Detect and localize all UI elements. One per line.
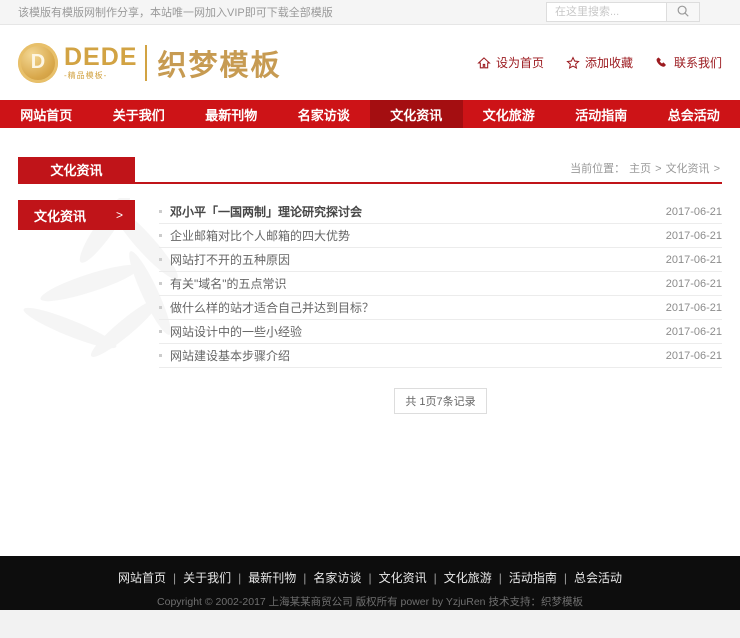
nav-item-publications[interactable]: 最新刊物 [185, 100, 278, 128]
brand-block: DEDE -精品模板- [64, 45, 137, 80]
article-date: 2017-06-21 [666, 326, 722, 338]
article-list: 邓小平「一国两制」理论研究探讨会 2017-06-21 企业邮箱对比个人邮箱的四… [159, 200, 722, 414]
footer-nav-activity-guide[interactable]: 活动指南 [502, 571, 564, 585]
footer-nav-association-events[interactable]: 总会活动 [567, 571, 629, 585]
bullet-icon [159, 306, 162, 309]
section-title: 文化资讯 [18, 157, 135, 182]
bullet-icon [159, 354, 162, 357]
nav-item-culture-travel[interactable]: 文化旅游 [463, 100, 556, 128]
set-homepage-label: 设为首页 [496, 54, 544, 71]
footer-nav-culture-travel[interactable]: 文化旅游 [437, 571, 499, 585]
header-links: 设为首页 添加收藏 联系我们 [477, 54, 722, 71]
article-row[interactable]: 网站设计中的一些小经验 2017-06-21 [159, 320, 722, 344]
article-title[interactable]: 网站设计中的一些小经验 [170, 323, 654, 340]
copyright-text: Copyright © 2002-2017 上海某某商贸公司 版权所有 powe… [0, 594, 740, 609]
section-header: 文化资讯 当前位置： 主页 > 文化资讯 > [18, 157, 722, 184]
article-date: 2017-06-21 [666, 350, 722, 362]
coin-letter: D [31, 51, 45, 74]
top-bar: 该模版有模版网制作分享，本站唯一网加入VIP即可下载全部模版 [0, 0, 740, 25]
star-icon [566, 56, 580, 70]
contact-us-label: 联系我们 [674, 54, 722, 71]
site-header: D DEDE -精品模板- 织梦模板 设为首页 [0, 25, 740, 100]
nav-item-interviews[interactable]: 名家访谈 [278, 100, 371, 128]
page: 该模版有模版网制作分享，本站唯一网加入VIP即可下载全部模版 D DEDE -精… [0, 0, 740, 610]
top-notice: 该模版有模版网制作分享，本站唯一网加入VIP即可下载全部模版 [18, 4, 333, 20]
article-title[interactable]: 企业邮箱对比个人邮箱的四大优势 [170, 227, 654, 244]
content-area: 文化资讯 当前位置： 主页 > 文化资讯 > 文化资讯 > 邓小平「一国两制」理论研究探… [0, 128, 740, 556]
add-favorite-label: 添加收藏 [585, 54, 633, 71]
search-input[interactable] [546, 2, 666, 22]
article-date: 2017-06-21 [666, 302, 722, 314]
footer-nav-publications[interactable]: 最新刊物 [241, 571, 303, 585]
pagination: 共 1页7条记录 [159, 388, 722, 414]
footer-nav: 网站首页|关于我们|最新刊物|名家访谈|文化资讯|文化旅游|活动指南|总会活动 [0, 569, 740, 586]
nav-item-activity-guide[interactable]: 活动指南 [555, 100, 648, 128]
brand-text: DEDE [64, 45, 137, 70]
sidebar-item-label: 文化资讯 [34, 206, 86, 225]
breadcrumb: 当前位置： 主页 > 文化资讯 > [568, 160, 722, 182]
article-title[interactable]: 网站打不开的五种原因 [170, 251, 654, 268]
breadcrumb-current-link[interactable]: 文化资讯 [666, 163, 710, 175]
bullet-icon [159, 258, 162, 261]
nav-item-home[interactable]: 网站首页 [0, 100, 93, 128]
brand-divider [145, 45, 147, 81]
main-nav: 网站首页 关于我们 最新刊物 名家访谈 文化资讯 文化旅游 活动指南 总会活动 [0, 100, 740, 128]
article-row[interactable]: 网站建设基本步骤介绍 2017-06-21 [159, 344, 722, 368]
article-title[interactable]: 邓小平「一国两制」理论研究探讨会 [170, 203, 654, 220]
search-icon [676, 4, 690, 21]
breadcrumb-label: 当前位置： [570, 163, 625, 175]
site-name: 织梦模板 [157, 42, 281, 84]
contact-us-link[interactable]: 联系我们 [655, 54, 722, 71]
article-date: 2017-06-21 [666, 278, 722, 290]
article-title[interactable]: 做什么样的站才适合自己并达到目标？ [170, 299, 654, 316]
nav-item-association-events[interactable]: 总会活动 [648, 100, 740, 128]
footer-nav-culture-news[interactable]: 文化资讯 [372, 571, 434, 585]
article-row[interactable]: 网站打不开的五种原因 2017-06-21 [159, 248, 722, 272]
article-title[interactable]: 有关"域名"的五点常识 [170, 275, 654, 292]
search-button[interactable] [666, 2, 700, 22]
pagination-summary: 共 1页7条记录 [394, 388, 486, 414]
brand-subtitle: -精品模板- [64, 72, 137, 80]
search-group [546, 2, 700, 22]
add-favorite-link[interactable]: 添加收藏 [566, 54, 633, 71]
breadcrumb-home-link[interactable]: 主页 [629, 163, 651, 175]
article-title[interactable]: 网站建设基本步骤介绍 [170, 347, 654, 364]
sidebar: 文化资讯 > [18, 200, 135, 414]
site-logo[interactable]: D DEDE -精品模板- 织梦模板 [18, 42, 281, 84]
footer-nav-about[interactable]: 关于我们 [176, 571, 238, 585]
set-homepage-link[interactable]: 设为首页 [477, 54, 544, 71]
nav-item-culture-news[interactable]: 文化资讯 [370, 100, 463, 128]
bullet-icon [159, 210, 162, 213]
article-row[interactable]: 做什么样的站才适合自己并达到目标？ 2017-06-21 [159, 296, 722, 320]
nav-item-about[interactable]: 关于我们 [93, 100, 186, 128]
coin-icon: D [18, 43, 58, 83]
article-row[interactable]: 企业邮箱对比个人邮箱的四大优势 2017-06-21 [159, 224, 722, 248]
footer-nav-home[interactable]: 网站首页 [111, 571, 173, 585]
bullet-icon [159, 234, 162, 237]
site-footer: 网站首页|关于我们|最新刊物|名家访谈|文化资讯|文化旅游|活动指南|总会活动 … [0, 556, 740, 610]
home-icon [477, 56, 491, 70]
sidebar-item-culture-news[interactable]: 文化资讯 > [18, 200, 135, 230]
article-row[interactable]: 邓小平「一国两制」理论研究探讨会 2017-06-21 [159, 200, 722, 224]
article-row[interactable]: 有关"域名"的五点常识 2017-06-21 [159, 272, 722, 296]
article-date: 2017-06-21 [666, 230, 722, 242]
article-date: 2017-06-21 [666, 206, 722, 218]
phone-icon [655, 56, 669, 70]
bullet-icon [159, 282, 162, 285]
bullet-icon [159, 330, 162, 333]
breadcrumb-separator: > [655, 163, 661, 175]
chevron-right-icon: > [116, 208, 123, 222]
main-row: 文化资讯 > 邓小平「一国两制」理论研究探讨会 2017-06-21 企业邮箱对… [18, 200, 722, 414]
article-date: 2017-06-21 [666, 254, 722, 266]
footer-nav-interviews[interactable]: 名家访谈 [306, 571, 368, 585]
breadcrumb-separator: > [714, 163, 720, 175]
